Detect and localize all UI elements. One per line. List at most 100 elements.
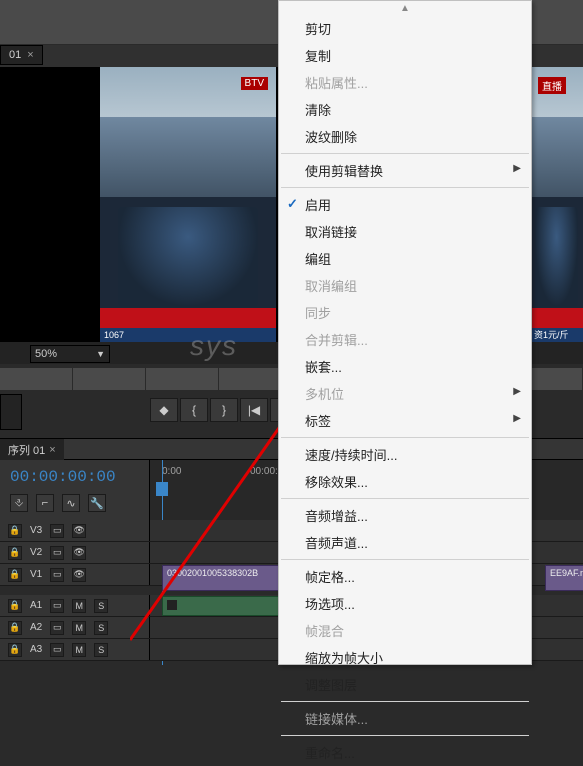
menu-item[interactable]: 缩放为帧大小	[279, 644, 531, 671]
menu-item: 取消编组	[279, 272, 531, 299]
menu-item[interactable]: 调整图层	[279, 671, 531, 698]
mark-in-button[interactable]: {	[180, 398, 208, 422]
ruler-tick: 0:00	[162, 466, 181, 477]
menu-item[interactable]: 嵌套...	[279, 353, 531, 380]
menu-separator	[281, 735, 529, 736]
track-name[interactable]: V1	[30, 569, 42, 580]
menu-item[interactable]: 标签▶	[279, 407, 531, 434]
menu-item-label: 移除效果...	[305, 475, 368, 490]
track-name[interactable]: A3	[30, 644, 42, 655]
menu-item-label: 缩放为帧大小	[305, 651, 383, 666]
menu-item[interactable]: 使用剪辑替换▶	[279, 157, 531, 184]
track-name[interactable]: V2	[30, 547, 42, 558]
mute-toggle[interactable]: M	[72, 643, 86, 657]
lock-toggle[interactable]: 🔒	[8, 524, 22, 538]
track-header: 🔒 A2 ▭ MS	[0, 617, 150, 638]
menu-item-label: 帧定格...	[305, 570, 355, 585]
insert-mode-button[interactable]: ⎀	[10, 494, 28, 512]
source-tab-label: 01	[9, 49, 21, 61]
menu-item-label: 音频增益...	[305, 509, 368, 524]
scrub-seg	[146, 368, 219, 390]
menu-item-label: 编组	[305, 252, 331, 267]
visibility-toggle[interactable]: 👁	[72, 568, 86, 582]
news-ticker-sub: 资1元/斤	[530, 328, 583, 342]
menu-item[interactable]: 清除	[279, 96, 531, 123]
sequence-settings-button[interactable]: 🔧	[88, 494, 106, 512]
mark-out-button[interactable]: }	[210, 398, 238, 422]
news-ticker	[100, 308, 276, 328]
track-target-toggle[interactable]: ▭	[50, 568, 64, 582]
visibility-toggle[interactable]: 👁	[72, 524, 86, 538]
menu-item-label: 音频声道...	[305, 536, 368, 551]
solo-toggle[interactable]: S	[94, 643, 108, 657]
playhead-handle[interactable]	[156, 482, 168, 496]
track-header: 🔒 V2 ▭ 👁	[0, 542, 150, 563]
menu-item[interactable]: 移除效果...	[279, 468, 531, 495]
solo-toggle[interactable]: S	[94, 621, 108, 635]
track-name[interactable]: A2	[30, 622, 42, 633]
linked-selection-button[interactable]: ∿	[62, 494, 80, 512]
track-name[interactable]: V3	[30, 525, 42, 536]
video-clip[interactable]: 03002001005338302B	[162, 565, 292, 591]
visibility-toggle[interactable]: 👁	[72, 546, 86, 560]
preview-frame-left: BTV 1067	[100, 67, 276, 342]
lock-toggle[interactable]: 🔒	[8, 599, 22, 613]
lock-toggle[interactable]: 🔒	[8, 568, 22, 582]
timeline-header: 00:00:00:00 ⎀ ⌐ ∿ 🔧	[0, 460, 150, 520]
lock-toggle[interactable]: 🔒	[8, 546, 22, 560]
menu-item-label: 场选项...	[305, 597, 355, 612]
menu-item[interactable]: ✓启用	[279, 191, 531, 218]
track-header: 🔒 A3 ▭ MS	[0, 639, 150, 660]
lock-toggle[interactable]: 🔒	[8, 621, 22, 635]
menu-item-label: 剪切	[305, 22, 331, 37]
track-target-toggle[interactable]: ▭	[50, 546, 64, 560]
menu-item[interactable]: 取消链接	[279, 218, 531, 245]
menu-item[interactable]: 波纹删除	[279, 123, 531, 150]
lock-toggle[interactable]: 🔒	[8, 643, 22, 657]
audio-clip[interactable]	[162, 596, 292, 616]
timecode-display[interactable]: 00:00:00:00	[10, 468, 116, 486]
track-target-toggle[interactable]: ▭	[50, 524, 64, 538]
add-marker-button[interactable]: ◆	[150, 398, 178, 422]
menu-resize-handle[interactable]: ▲	[279, 1, 531, 15]
menu-item[interactable]: 音频声道...	[279, 529, 531, 556]
menu-item-label: 合并剪辑...	[305, 333, 368, 348]
transport-toggle[interactable]	[0, 394, 22, 430]
track-target-toggle[interactable]: ▭	[50, 599, 64, 613]
sequence-tab[interactable]: 序列 01 ×	[0, 439, 64, 461]
close-icon[interactable]: ×	[27, 49, 33, 61]
menu-item[interactable]: 剪切	[279, 15, 531, 42]
menu-item-label: 帧混合	[305, 624, 344, 639]
menu-item[interactable]: 编组	[279, 245, 531, 272]
menu-item[interactable]: 帧定格...	[279, 563, 531, 590]
menu-item[interactable]: 速度/持续时间...	[279, 441, 531, 468]
menu-separator	[281, 437, 529, 438]
close-icon[interactable]: ×	[49, 444, 55, 456]
clip-context-menu[interactable]: ▲剪切复制粘贴属性...清除波纹删除使用剪辑替换▶✓启用取消链接编组取消编组同步…	[278, 0, 532, 665]
preview-frame-right: 直播 资1元/斤	[530, 67, 583, 342]
mute-toggle[interactable]: M	[72, 599, 86, 613]
snap-button[interactable]: ⌐	[36, 494, 54, 512]
clip-label: EE9AF.mp4	[550, 568, 583, 578]
video-clip[interactable]: EE9AF.mp4	[545, 565, 583, 591]
menu-item-label: 使用剪辑替换	[305, 164, 383, 179]
step-back-button[interactable]: |◀	[240, 398, 268, 422]
source-tab[interactable]: 01 ×	[0, 45, 43, 65]
news-ticker	[530, 308, 583, 328]
track-target-toggle[interactable]: ▭	[50, 621, 64, 635]
menu-item[interactable]: 场选项...	[279, 590, 531, 617]
menu-item-label: 调整图层	[305, 678, 357, 693]
menu-item-label: 链接媒体...	[305, 712, 368, 727]
channel-badge: BTV	[241, 77, 268, 90]
track-target-toggle[interactable]: ▭	[50, 643, 64, 657]
menu-item-label: 标签	[305, 414, 331, 429]
solo-toggle[interactable]: S	[94, 599, 108, 613]
zoom-select[interactable]: 50% ▼	[30, 345, 110, 363]
menu-item[interactable]: 音频增益...	[279, 502, 531, 529]
track-header: 🔒 A1 ▭ MS	[0, 595, 150, 616]
menu-item[interactable]: 重命名...	[279, 739, 531, 766]
track-name[interactable]: A1	[30, 600, 42, 611]
mute-toggle[interactable]: M	[72, 621, 86, 635]
menu-item: 链接媒体...	[279, 705, 531, 732]
menu-item[interactable]: 复制	[279, 42, 531, 69]
